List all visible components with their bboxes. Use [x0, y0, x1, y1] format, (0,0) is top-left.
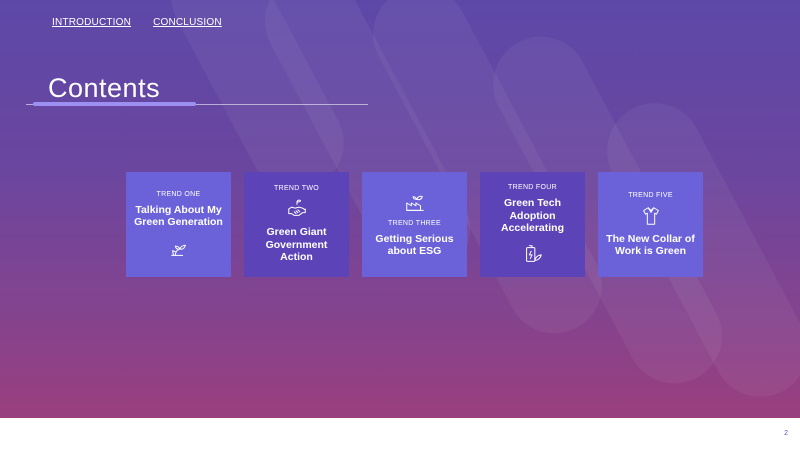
- title-accent-bar: [33, 102, 196, 106]
- trend-heading: Green Giant Government Action: [265, 226, 328, 264]
- handshake-icon: [286, 198, 308, 220]
- shirt-icon: [640, 205, 662, 227]
- slide: INTRODUCTION CONCLUSION Contents TREND O…: [0, 0, 800, 418]
- top-nav: INTRODUCTION CONCLUSION: [52, 17, 222, 28]
- trend-label: TREND THREE: [388, 219, 441, 227]
- trend-label: TREND FOUR: [508, 184, 557, 192]
- slide-footer: 2: [0, 418, 800, 449]
- trend-card-three[interactable]: TREND THREE Getting Serious about ESG: [362, 172, 467, 277]
- plant-hand-icon: [168, 237, 190, 259]
- trend-card-two[interactable]: TREND TWO Green Giant Government Action: [244, 172, 349, 277]
- trend-heading: Talking About My Green Generation: [134, 203, 223, 229]
- nav-link-introduction[interactable]: INTRODUCTION: [52, 17, 131, 28]
- trend-cards: TREND ONE Talking About My Green Generat…: [126, 172, 703, 277]
- trend-card-one[interactable]: TREND ONE Talking About My Green Generat…: [126, 172, 231, 277]
- trend-label: TREND TWO: [274, 185, 319, 193]
- trend-card-five[interactable]: TREND FIVE The New Collar of Work is Gre…: [598, 172, 703, 277]
- factory-leaf-icon: [404, 192, 426, 214]
- battery-leaf-icon: [522, 243, 544, 265]
- page-title: Contents: [48, 73, 161, 103]
- trend-heading: Green Tech Adoption Accelerating: [500, 197, 565, 235]
- trend-card-four[interactable]: TREND FOUR Green Tech Adoption Accelerat…: [480, 172, 585, 277]
- trend-heading: The New Collar of Work is Green: [606, 232, 695, 258]
- nav-link-conclusion[interactable]: CONCLUSION: [153, 17, 222, 28]
- trend-heading: Getting Serious about ESG: [375, 232, 454, 258]
- trend-label: TREND FIVE: [628, 191, 673, 199]
- trend-label: TREND ONE: [156, 190, 201, 198]
- page-number: 2: [784, 430, 788, 437]
